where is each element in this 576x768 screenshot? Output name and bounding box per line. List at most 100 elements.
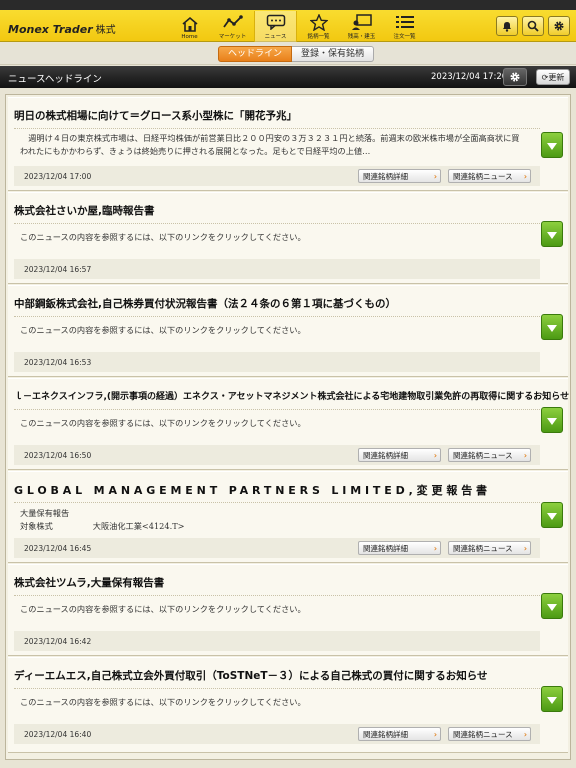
related-detail-button[interactable]: 関連銘柄詳細 › [358, 541, 441, 555]
update-time: 2023/12/04 17:20 [431, 72, 508, 82]
news-title[interactable]: 中部鋼鈑株式会社,自己株券買付状況報告書（法２４条の６第１項に基づくもの） [14, 296, 396, 311]
main-nav: Home マーケット ニュース 銘柄一覧 残高・建玉 注文一覧 [168, 11, 426, 42]
news-item[interactable]: ｌ－エネクスインフラ,(開示事項の経過）エネクス・アセットマネジメント株式会社に… [8, 378, 569, 470]
news-header: ニュースヘッドライン 2023/12/04 17:20 ⟳更新 [0, 66, 576, 88]
refresh-button[interactable]: ⟳更新 [536, 69, 570, 85]
chevron-right-icon: › [523, 451, 527, 460]
summary-label: 対象株式 [20, 521, 53, 531]
expand-button[interactable] [541, 221, 563, 247]
related-detail-button[interactable]: 関連銘柄詳細 › [358, 169, 441, 183]
app-brand-sub: 株式 [95, 25, 116, 36]
nav-news[interactable]: ニュース [254, 11, 297, 42]
star-icon [308, 13, 330, 31]
news-title[interactable]: 株式会社ツムラ,大量保有報告書 [14, 575, 164, 590]
speech-bubble-icon [265, 13, 287, 31]
news-item[interactable]: 株式会社さいか屋,臨時報告書 このニュースの内容を参照するには、以下のリンクをク… [8, 192, 568, 284]
divider [14, 688, 540, 689]
nav-orders-label: 注文一覧 [393, 34, 416, 40]
news-summary: このニュースの内容を参照するには、以下のリンクをクリックしてください。 [20, 418, 306, 428]
nav-home[interactable]: Home [168, 11, 211, 42]
related-detail-label: 関連銘柄詳細 [363, 730, 408, 739]
related-detail-label: 関連銘柄詳細 [363, 544, 408, 553]
settings-button[interactable] [548, 16, 570, 36]
divider [14, 502, 540, 503]
list-icon [394, 13, 416, 31]
related-detail-label: 関連銘柄詳細 [363, 451, 408, 460]
chevron-down-icon [546, 225, 558, 244]
related-detail-button[interactable]: 関連銘柄詳細 › [358, 448, 441, 462]
news-title[interactable]: ｌ－エネクスインフラ,(開示事項の経過）エネクス・アセットマネジメント株式会社に… [14, 389, 569, 402]
expand-button[interactable] [541, 407, 563, 433]
news-item[interactable]: 株式会社ツムラ,大量保有報告書 このニュースの内容を参照するには、以下のリンクを… [8, 564, 568, 656]
related-detail-button[interactable]: 関連銘柄詳細 › [358, 727, 441, 741]
expand-button[interactable] [541, 593, 563, 619]
expand-button[interactable] [541, 686, 563, 712]
app-brand: Monex Trader 株式 [8, 21, 116, 36]
divider [14, 128, 540, 129]
chevron-down-icon [546, 318, 558, 337]
expand-button[interactable] [541, 502, 563, 528]
news-list: 明日の株式相場に向けて＝グロース系小型株に「開花予兆」 週明け４日の東京株式市場… [5, 94, 571, 760]
chevron-down-icon [546, 411, 558, 430]
notifications-button[interactable] [496, 16, 518, 36]
nav-news-label: ニュース [264, 34, 287, 40]
news-summary: このニュースの内容を参照するには、以下のリンクをクリックしてください。 [20, 697, 306, 707]
related-news-button[interactable]: 関連銘柄ニュース › [448, 169, 531, 183]
related-detail-label: 関連銘柄詳細 [363, 172, 408, 181]
tab-registered-holdings[interactable]: 登録・保有銘柄 [292, 46, 375, 62]
news-title[interactable]: ディーエムエス,自己株式立会外買付取引（ToSTNeT－３）による自己株式の買付… [14, 668, 488, 683]
related-news-label: 関連銘柄ニュース [453, 544, 513, 553]
expand-button[interactable] [541, 314, 563, 340]
nav-orders[interactable]: 注文一覧 [383, 11, 426, 42]
news-footer [14, 631, 540, 651]
toolbar [496, 16, 570, 36]
related-news-button[interactable]: 関連銘柄ニュース › [448, 448, 531, 462]
news-time: 2023/12/04 17:00 [24, 172, 92, 181]
nav-portfolio[interactable]: 残高・建玉 [340, 11, 383, 42]
summary-row: 対象株式 大阪油化工業<4124.T> [20, 520, 526, 533]
chevron-right-icon: › [523, 544, 527, 553]
news-item[interactable]: GLOBAL MANAGEMENT PARTNERS LIMITED,変更報告書… [8, 471, 568, 563]
page-title: ニュースヘッドライン [8, 74, 102, 85]
nav-home-label: Home [181, 34, 198, 40]
divider [14, 409, 540, 410]
news-item[interactable]: 明日の株式相場に向けて＝グロース系小型株に「開花予兆」 週明け４日の東京株式市場… [8, 97, 568, 191]
gear-icon [509, 68, 521, 87]
home-icon [179, 15, 201, 33]
subtabs: ヘッドライン 登録・保有銘柄 [218, 46, 375, 62]
summary-heading: 大量保有報告 [20, 508, 70, 518]
news-title[interactable]: 明日の株式相場に向けて＝グロース系小型株に「開花予兆」 [14, 108, 297, 123]
news-item[interactable]: ディーエムエス,自己株式立会外買付取引（ToSTNeT－３）による自己株式の買付… [8, 657, 568, 753]
expand-button[interactable] [541, 132, 563, 158]
news-settings-button[interactable] [503, 68, 527, 86]
news-summary: このニュースの内容を参照するには、以下のリンクをクリックしてください。 [20, 325, 306, 335]
news-summary: このニュースの内容を参照するには、以下のリンクをクリックしてください。 [20, 232, 306, 242]
nav-market[interactable]: マーケット [211, 11, 254, 42]
tab-headline[interactable]: ヘッドライン [218, 46, 293, 62]
chevron-right-icon: › [433, 172, 437, 181]
news-time: 2023/12/04 16:42 [24, 637, 92, 646]
news-time: 2023/12/04 16:53 [24, 358, 92, 367]
news-time: 2023/12/04 16:50 [24, 451, 92, 460]
nav-portfolio-label: 残高・建玉 [347, 34, 376, 40]
nav-watchlist[interactable]: 銘柄一覧 [297, 11, 340, 42]
chevron-right-icon: › [433, 544, 437, 553]
news-title[interactable]: 株式会社さいか屋,臨時報告書 [14, 203, 155, 218]
related-news-button[interactable]: 関連銘柄ニュース › [448, 541, 531, 555]
news-summary: このニュースの内容を参照するには、以下のリンクをクリックしてください。 [20, 604, 306, 614]
chart-line-icon [222, 13, 244, 31]
news-time: 2023/12/04 16:45 [24, 544, 92, 553]
summary-value: 大阪油化工業<4124.T> [92, 521, 185, 531]
news-footer [14, 259, 540, 279]
divider [14, 223, 540, 224]
news-item[interactable]: 中部鋼鈑株式会社,自己株券買付状況報告書（法２４条の６第１項に基づくもの） この… [8, 285, 568, 377]
related-news-button[interactable]: 関連銘柄ニュース › [448, 727, 531, 741]
search-button[interactable] [522, 16, 544, 36]
related-news-label: 関連銘柄ニュース [453, 451, 513, 460]
divider [14, 316, 540, 317]
chevron-right-icon: › [433, 451, 437, 460]
portfolio-icon [351, 13, 373, 31]
news-time: 2023/12/04 16:40 [24, 730, 92, 739]
related-news-label: 関連銘柄ニュース [453, 730, 513, 739]
news-title[interactable]: GLOBAL MANAGEMENT PARTNERS LIMITED,変更報告書 [14, 482, 491, 498]
